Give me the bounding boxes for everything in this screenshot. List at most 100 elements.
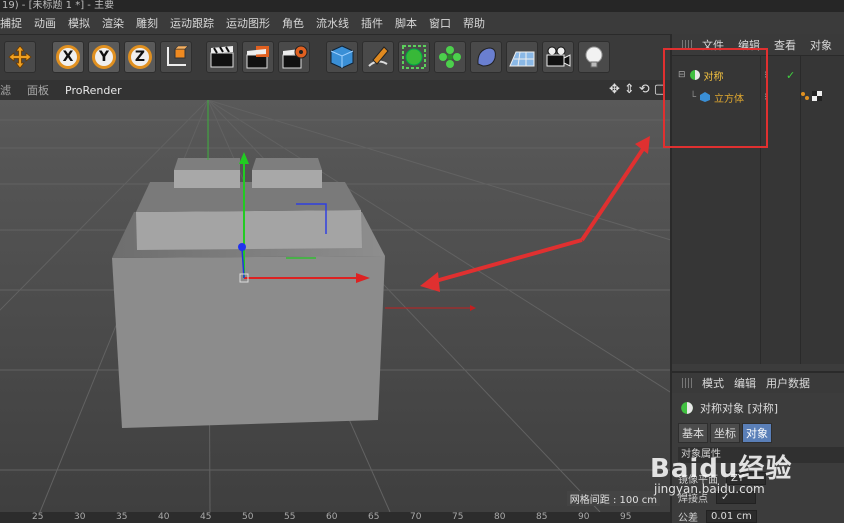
ruler-tick: 95 [620,512,632,522]
cloner-button[interactable] [434,41,466,73]
field-label: 镜像平面 [678,474,718,486]
bend-deformer-icon [477,47,496,67]
am-menu-user-data[interactable]: 用户数据 [766,375,810,391]
attribute-object-name: 对称对象 [对称] [700,402,779,415]
menu-character[interactable]: 角色 [282,15,304,31]
3d-viewport[interactable]: 网格间距 : 100 cm [0,100,670,512]
render-region-button[interactable] [242,41,274,73]
cube-primitive-button[interactable] [326,41,358,73]
menu-window[interactable]: 窗口 [429,15,451,31]
rotate-view-icon[interactable]: ⟲ [639,82,650,97]
move-icon [8,45,32,69]
z-axis-lock-button[interactable]: Z [124,41,156,73]
top-cube-right-top [252,158,322,170]
top-cube-left-front [174,170,240,188]
menu-simulate[interactable]: 模拟 [68,15,90,31]
subtab-object[interactable]: 对象 [742,423,772,443]
cube-icon [330,45,354,69]
tolerance-input[interactable]: 0.01 cm [706,509,757,523]
floor-button[interactable] [506,41,538,73]
menu-mograph[interactable]: 运动图形 [226,15,270,31]
deformer-button[interactable] [470,41,502,73]
middle-cube-front [136,210,362,250]
highlight-box [663,48,768,148]
top-cube-left-top [174,158,240,170]
render-region-icon [246,46,269,69]
x-axis-lock-button[interactable]: X [52,41,84,73]
symmetry-icon [681,402,693,414]
menu-plugins[interactable]: 插件 [361,15,383,31]
attribute-subtabs: 基本 坐标 对象 [678,423,772,443]
viewport-scene [0,100,670,512]
attribute-manager-menu: 模式 编辑 用户数据 [672,371,844,393]
mirror-plane-field[interactable]: 镜像平面 ZY [678,470,844,486]
viewport-nav-icons: ✥ ⇕ ⟲ ▢ [609,82,666,97]
ruler-tick: 60 [326,512,338,522]
menu-snap[interactable]: 捕捉 [0,15,22,31]
render-view-button[interactable] [206,41,238,73]
ruler-tick: 85 [536,512,548,522]
viewport-menu-bar: 滤 面板 ProRender ✥ ⇕ ⟲ ▢ [0,80,672,100]
subtab-basic[interactable]: 基本 [678,423,708,443]
move-tool-button[interactable] [4,41,36,73]
light-bulb-icon [585,46,603,68]
ruler-tick: 30 [74,512,86,522]
floor-grid-icon [509,51,535,67]
object-properties-header: 对象属性 [678,447,844,463]
om-menu-view[interactable]: 查看 [774,37,796,53]
material-tag-icon[interactable] [800,90,824,105]
menu-motion-tracking[interactable]: 运动跟踪 [170,15,214,31]
z-axis-icon: Z [128,45,152,69]
coordinate-system-button[interactable] [160,41,192,73]
am-menu-mode[interactable]: 模式 [702,375,724,391]
top-cube-right-front [252,170,322,188]
menu-bar: 捕捉 动画 模拟 渲染 雕刻 运动跟踪 运动图形 角色 流水线 插件 脚本 窗口… [0,12,844,34]
pen-icon [368,46,389,67]
render-settings-button[interactable] [278,41,310,73]
field-label: 焊接点 [678,493,708,505]
weld-points-checkbox[interactable]: ✓ [716,490,756,504]
subdivision-icon [402,45,426,69]
grid-spacing-readout: 网格间距 : 100 cm [566,491,660,506]
middle-cube-top [136,182,361,212]
enabled-check-icon[interactable]: ✓ [786,69,795,82]
menu-script[interactable]: 脚本 [395,15,417,31]
render-settings-icon [282,45,308,69]
menu-pipeline[interactable]: 流水线 [316,15,349,31]
menu-help[interactable]: 帮助 [463,15,485,31]
cloner-icon [439,46,461,68]
dolly-icon[interactable]: ⇕ [624,82,635,97]
ruler-tick: 35 [116,512,128,522]
ruler-tick: 90 [578,512,590,522]
ruler-tick: 25 [32,512,44,522]
menu-sculpt[interactable]: 雕刻 [136,15,158,31]
viewport-menu-panel[interactable]: 面板 [27,82,49,98]
camera-button[interactable] [542,41,574,73]
coordinate-system-icon [167,45,189,66]
ruler-tick: 45 [200,512,212,522]
weld-points-field[interactable]: 焊接点 ✓ [678,489,844,505]
camera-icon [546,46,571,67]
viewport-menu-prorender[interactable]: ProRender [65,84,122,97]
menu-animate[interactable]: 动画 [34,15,56,31]
subdivision-surface-button[interactable] [398,41,430,73]
ruler-tick: 80 [494,512,506,522]
ruler-tick: 65 [368,512,380,522]
subtab-coord[interactable]: 坐标 [710,423,740,443]
y-axis-icon: Y [92,45,116,69]
menu-render[interactable]: 渲染 [102,15,124,31]
y-axis-lock-button[interactable]: Y [88,41,120,73]
light-button[interactable] [578,41,610,73]
timeline-ruler[interactable]: 25 30 35 40 45 50 55 60 65 70 75 80 85 9… [0,512,672,523]
panel-grip-icon[interactable] [682,378,692,388]
field-label: 公差 [678,512,698,523]
viewport-menu-filter[interactable]: 滤 [0,82,11,98]
pan-icon[interactable]: ✥ [609,82,620,97]
om-menu-objects[interactable]: 对象 [810,37,832,53]
ruler-tick: 75 [452,512,464,522]
pen-spline-button[interactable] [362,41,394,73]
am-menu-edit[interactable]: 编辑 [734,375,756,391]
ruler-tick: 50 [242,512,254,522]
tolerance-field[interactable]: 公差 0.01 cm [678,508,844,523]
mirror-plane-select[interactable]: ZY [726,471,766,485]
